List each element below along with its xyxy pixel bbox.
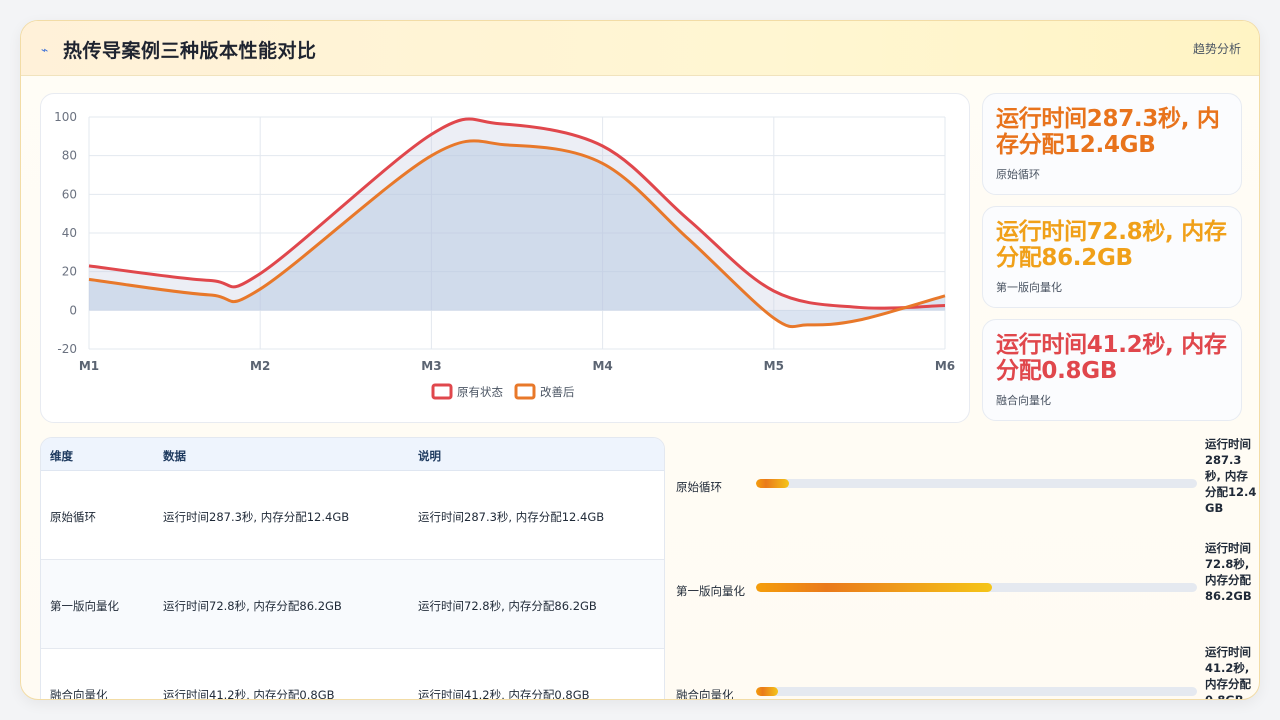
line-chart-panel: 100 80 60 40 20 0 -20 M1 M2 M3 M4 M5 M6 原有状态 改善后	[40, 93, 970, 423]
progress-fill	[756, 479, 790, 488]
table-row: 融合向量化 运行时间41.2秒, 内存分配0.8GB 运行时间41.2秒, 内存…	[41, 649, 664, 700]
progress-row-vectorized: 第一版向量化 运行时间72.8秒, 内存分配86.2GB	[676, 540, 1256, 640]
page-title: 热传导案例三种版本性能对比	[63, 40, 317, 62]
stat-value: 运行时间41.2秒, 内存分配0.8GB	[996, 332, 1227, 384]
table-cell: 运行时间41.2秒, 内存分配0.8GB	[418, 688, 590, 700]
line-chart: 100 80 60 40 20 0 -20M1 M2 M3 M4 M5 M6 原有状态 改善后	[54, 110, 955, 400]
progress-label: 融合向量化	[676, 688, 734, 700]
stat-label: 融合向量化	[996, 394, 1051, 407]
progress-label: 原始循环	[676, 480, 722, 494]
dashboard-card: ⌁ 热传导案例三种版本性能对比 趋势分析 100 80 60 40 20 0 -20 M1 M2…	[20, 20, 1260, 700]
progress-fill	[756, 583, 992, 592]
legend-swatch	[431, 383, 453, 400]
series-area	[89, 140, 945, 327]
table-header: 维度 数据 说明	[41, 438, 664, 471]
y-tick-label: 40	[62, 226, 77, 240]
progress-track	[756, 687, 1197, 696]
y-tick-label: 80	[62, 149, 77, 163]
table-cell: 融合向量化	[50, 688, 108, 700]
trend-analysis-link[interactable]: 趋势分析	[1193, 40, 1241, 57]
progress-value: 运行时间72.8秒, 内存分配86.2GB	[1205, 541, 1252, 603]
stat-card-original: 运行时间287.3秒, 内存分配12.4GB 原始循环	[982, 93, 1242, 195]
stat-card-fused: 运行时间41.2秒, 内存分配0.8GB 融合向量化	[982, 319, 1242, 421]
y-tick-label: -20	[57, 342, 77, 356]
y-tick-label: 20	[62, 265, 77, 279]
table-cell: 第一版向量化	[50, 599, 119, 613]
header-bar: ⌁ 热传导案例三种版本性能对比 趋势分析	[21, 21, 1259, 76]
y-tick-label: 0	[69, 303, 77, 317]
stat-label: 第一版向量化	[996, 281, 1062, 294]
table-row: 第一版向量化 运行时间72.8秒, 内存分配86.2GB 运行时间72.8秒, …	[41, 560, 664, 649]
stat-card-vectorized: 运行时间72.8秒, 内存分配86.2GB 第一版向量化	[982, 206, 1242, 308]
progress-track	[756, 583, 1197, 592]
progress-track	[756, 479, 1197, 488]
table-cell: 原始循环	[50, 510, 96, 524]
table-cell: 运行时间72.8秒, 内存分配86.2GB	[418, 599, 597, 613]
y-tick-label: 100	[54, 110, 77, 124]
table-row: 原始循环 运行时间287.3秒, 内存分配12.4GB 运行时间287.3秒, …	[41, 471, 664, 560]
table-cell: 运行时间287.3秒, 内存分配12.4GB	[418, 510, 605, 524]
column-header: 维度	[50, 449, 73, 463]
table-cell: 运行时间287.3秒, 内存分配12.4GB	[163, 510, 350, 524]
progress-value: 运行时间287.3秒, 内存分配12.4GB	[1205, 437, 1257, 515]
table-cell: 运行时间72.8秒, 内存分配86.2GB	[163, 599, 342, 613]
x-tick-label: M6	[935, 359, 955, 373]
x-tick-label: M3	[421, 359, 441, 373]
comparison-table: 维度 数据 说明 原始循环 运行时间287.3秒, 内存分配12.4GB 运行时…	[40, 437, 665, 700]
legend-label: 原有状态	[457, 385, 503, 399]
progress-row-original: 原始循环 运行时间287.3秒, 内存分配12.4GB	[676, 436, 1256, 536]
y-tick-label: 60	[62, 187, 77, 201]
table-cell: 运行时间41.2秒, 内存分配0.8GB	[163, 688, 335, 700]
progress-value: 运行时间41.2秒, 内存分配0.8GB	[1205, 645, 1251, 700]
legend-swatch	[514, 383, 536, 400]
x-tick-label: M2	[250, 359, 270, 373]
progress-fill	[756, 687, 779, 696]
x-tick-label: M5	[764, 359, 784, 373]
x-tick-label: M4	[592, 359, 612, 373]
progress-row-fused: 融合向量化 运行时间41.2秒, 内存分配0.8GB	[676, 644, 1256, 700]
x-tick-label: M1	[79, 359, 99, 373]
bolt-icon: ⌁	[41, 43, 49, 57]
stat-value: 运行时间72.8秒, 内存分配86.2GB	[996, 219, 1227, 271]
column-header: 说明	[418, 449, 441, 463]
column-header: 数据	[163, 449, 186, 463]
stat-value: 运行时间287.3秒, 内存分配12.4GB	[996, 106, 1220, 158]
progress-label: 第一版向量化	[676, 584, 745, 598]
legend-label: 改善后	[540, 385, 575, 399]
stat-label: 原始循环	[996, 168, 1040, 181]
